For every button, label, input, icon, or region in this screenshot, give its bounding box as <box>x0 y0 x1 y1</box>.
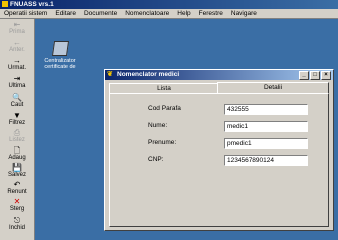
cancel-button[interactable]: ↶ Renunt <box>1 181 33 198</box>
last-button[interactable]: ⇥ Ultima <box>1 75 33 92</box>
tab-strip: Lista Detalii <box>109 82 329 93</box>
menu-operatii-sistem[interactable]: Operatii sistem <box>4 10 47 17</box>
close-door-icon: ⎋ <box>13 216 21 225</box>
search-label: Caut <box>10 102 24 108</box>
window-title: Nomenclator medici <box>117 71 180 78</box>
close-button[interactable]: ⎋ Inchid <box>1 217 33 234</box>
tab-lista[interactable]: Lista <box>109 83 219 93</box>
cod-parafa-field[interactable]: 432555 <box>224 104 308 115</box>
minimize-button[interactable]: _ <box>299 71 309 80</box>
prev-label: Anter. <box>9 47 25 53</box>
details-pane: Cod Parafa 432555 Nume: medic1 Prenume: … <box>109 93 329 227</box>
filter-button[interactable]: ▼ Filtrez <box>1 112 33 129</box>
desktop-shortcut-centralizator[interactable]: Centralizator certificate de <box>40 41 80 70</box>
menu-editare[interactable]: Editare <box>55 10 76 17</box>
delete-icon: ✕ <box>13 197 21 206</box>
next-icon: → <box>13 56 21 65</box>
prenume-field[interactable]: pmedic1 <box>224 138 308 149</box>
binoculars-icon: 🔍 <box>12 93 22 102</box>
cod-parafa-label: Cod Parafa <box>148 105 181 112</box>
menu-ferestre[interactable]: Ferestre <box>199 10 223 17</box>
tab-detalii[interactable]: Detalii <box>217 82 329 93</box>
window-controls: _ □ × <box>299 71 331 80</box>
menu-bar: Operatii sistem Editare Documente Nomenclat… <box>0 9 338 19</box>
prenume-label: Prenume: <box>148 139 177 146</box>
cnp-field[interactable]: 1234567890124 <box>224 155 308 166</box>
close-label: Inchid <box>8 225 25 231</box>
prev-icon: ← <box>13 38 21 47</box>
last-label: Ultima <box>8 83 26 89</box>
nume-label: Nume: <box>148 122 168 129</box>
search-button[interactable]: 🔍 Caut <box>1 94 33 111</box>
next-label: Urmat. <box>8 65 26 71</box>
window-titlebar: ❦ Nomenclator medici _ □ × <box>105 70 333 80</box>
close-window-button[interactable]: × <box>321 71 331 80</box>
app-title: FNUASS vrs.1 <box>10 1 54 8</box>
menu-nomenclatoare[interactable]: Nomenclatoare <box>125 10 169 17</box>
filter-icon: ▼ <box>13 111 21 120</box>
nomenclator-medici-window: ❦ Nomenclator medici _ □ × Lista Detalii… <box>104 69 334 231</box>
menu-documente[interactable]: Documente <box>84 10 117 17</box>
first-label: Prima <box>9 29 25 35</box>
print-button[interactable]: ⎙ Listez <box>1 129 33 146</box>
add-button[interactable]: 🗋 Adaug <box>1 147 33 164</box>
window-icon: ❦ <box>107 71 113 78</box>
nume-field[interactable]: medic1 <box>224 121 308 132</box>
printer-icon: ⎙ <box>13 128 21 137</box>
print-label: Listez <box>9 137 25 143</box>
save-label: Salvez <box>7 172 26 178</box>
save-icon: 💾 <box>12 163 22 172</box>
undo-icon: ↶ <box>13 180 21 189</box>
cancel-label: Renunt <box>7 189 27 195</box>
cnp-label: CNP: <box>148 156 164 163</box>
delete-button[interactable]: ✕ Sterg <box>1 198 33 215</box>
filter-label: Filtrez <box>8 120 26 126</box>
desktop-shortcut-label: Centralizator certificate de <box>44 58 76 70</box>
prev-button[interactable]: ← Anter. <box>1 39 33 56</box>
save-button[interactable]: 💾 Salvez <box>1 164 33 181</box>
menu-help[interactable]: Help <box>177 10 190 17</box>
side-toolbar: ⇤ Prima ← Anter. → Urmat. ⇥ Ultima 🔍 Caut ▼ Fi… <box>0 19 35 240</box>
menu-navigare[interactable]: Navigare <box>231 10 257 17</box>
last-icon: ⇥ <box>13 74 21 83</box>
document-icon <box>51 41 69 56</box>
first-icon: ⇤ <box>13 20 21 29</box>
maximize-button[interactable]: □ <box>310 71 320 80</box>
app-icon <box>2 1 8 7</box>
delete-label: Sterg <box>9 206 25 212</box>
add-label: Adaug <box>8 155 26 161</box>
next-button[interactable]: → Urmat. <box>1 57 33 74</box>
first-button[interactable]: ⇤ Prima <box>1 21 33 38</box>
add-icon: 🗋 <box>13 146 21 155</box>
app-titlebar: FNUASS vrs.1 <box>0 0 338 9</box>
